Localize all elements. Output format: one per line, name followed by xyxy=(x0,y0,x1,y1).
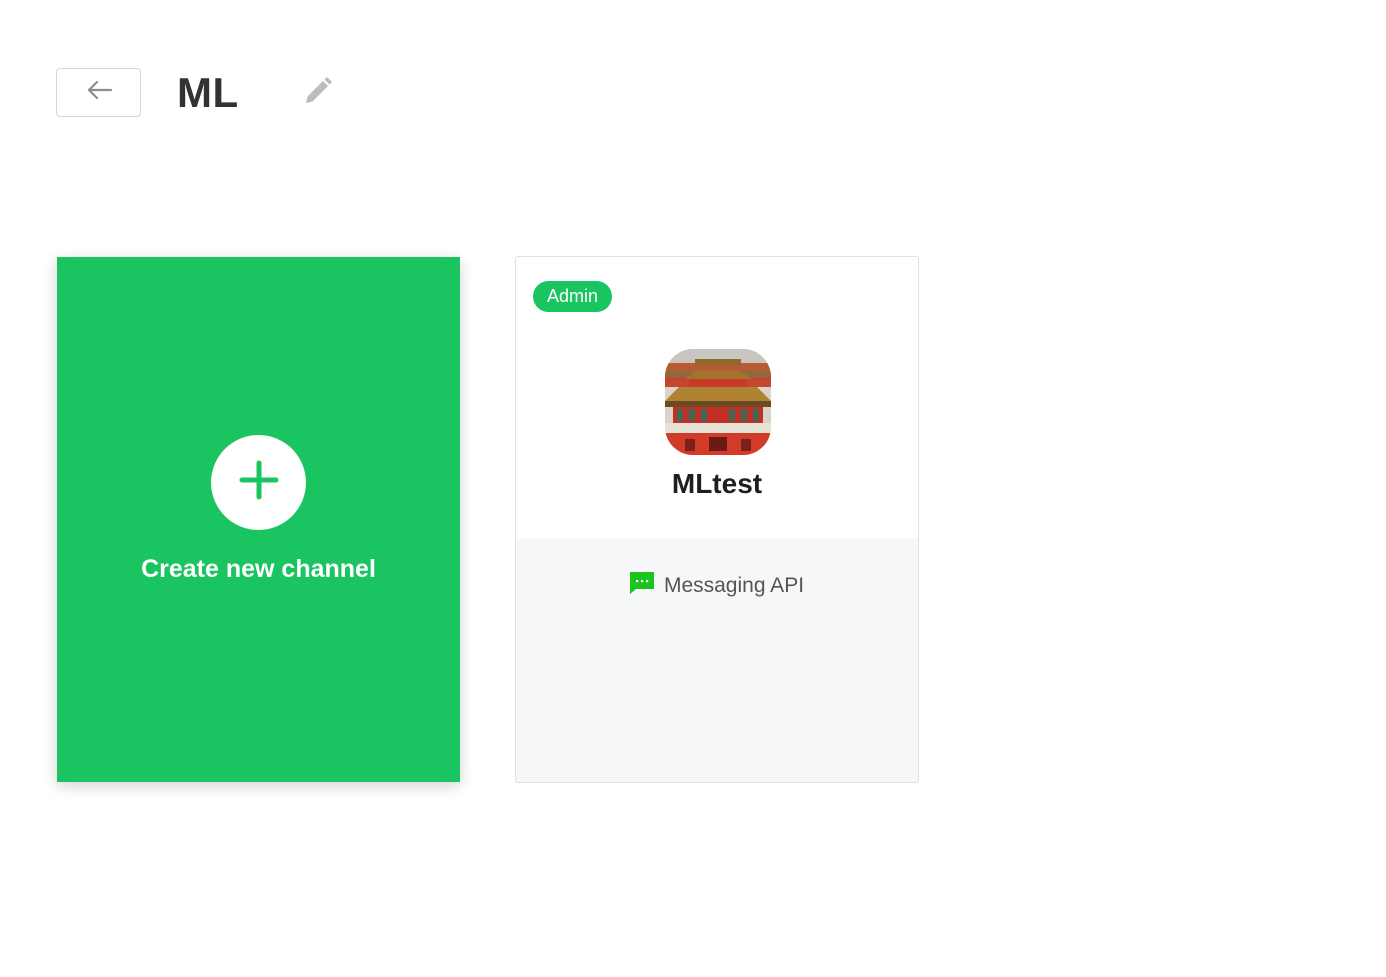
channel-type-label: Messaging API xyxy=(663,574,805,597)
chat-bubble-icon xyxy=(629,572,654,600)
channel-avatar xyxy=(665,349,771,455)
arrow-left-icon xyxy=(85,78,113,107)
channel-card[interactable]: Admin MLtest Messaging API xyxy=(515,256,919,783)
role-badge: Admin xyxy=(533,281,613,312)
channel-card-bottom: Messaging API xyxy=(516,538,918,782)
back-button[interactable] xyxy=(56,68,141,117)
page-title: ML xyxy=(177,68,239,116)
channel-name: MLtest xyxy=(671,468,763,499)
channel-card-top: Admin MLtest xyxy=(516,257,918,538)
channel-type: Messaging API xyxy=(516,572,918,600)
page-header: ML xyxy=(56,67,332,118)
edit-title-button[interactable] xyxy=(302,75,334,112)
pencil-icon xyxy=(302,75,334,112)
plus-icon xyxy=(239,460,279,505)
create-channel-label: Create new channel xyxy=(141,555,376,583)
plus-circle xyxy=(211,435,306,530)
create-channel-card[interactable]: Create new channel xyxy=(57,257,460,782)
